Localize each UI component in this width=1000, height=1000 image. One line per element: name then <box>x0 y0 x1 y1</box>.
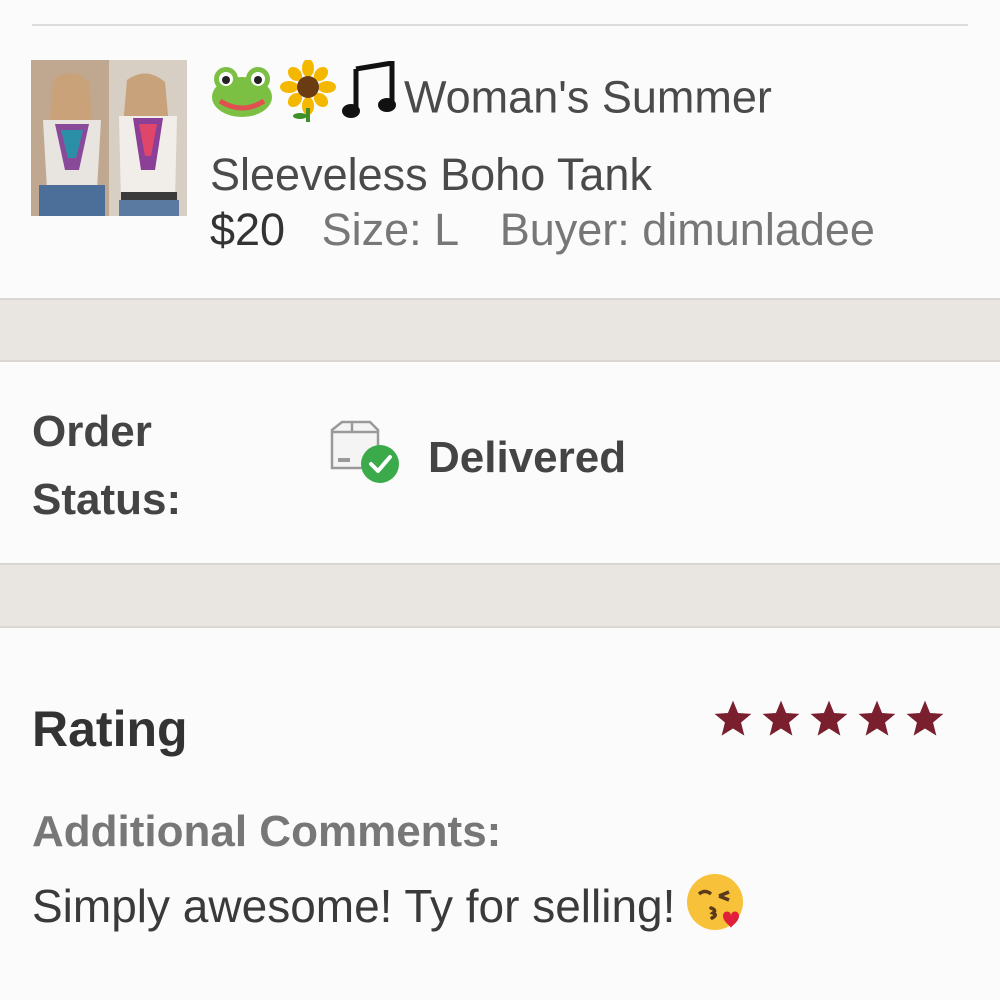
listing-size: Size: L <box>321 204 460 255</box>
star-icon <box>762 700 800 736</box>
listing-card[interactable]: Woman's Summer Sleeveless Boho Tank $20 … <box>0 26 1000 298</box>
sunflower-icon <box>280 59 336 141</box>
music-notes-icon <box>342 60 398 140</box>
frog-face-icon <box>210 63 274 138</box>
order-status-section: Order Status: Delivered <box>0 362 1000 563</box>
section-divider <box>0 298 1000 362</box>
rating-label: Rating <box>32 701 188 757</box>
listing-buyer[interactable]: Buyer: dimunladee <box>500 204 875 255</box>
listing-title[interactable]: Woman's Summer Sleeveless Boho Tank <box>210 59 970 209</box>
comments-label: Additional Comments: <box>32 807 502 856</box>
section-divider <box>0 563 1000 628</box>
listing-meta: $20 Size: L Buyer: dimunladee <box>210 200 875 260</box>
comments-body: Simply awesome! Ty for selling! <box>32 880 676 933</box>
listing-thumbnail[interactable] <box>31 60 187 216</box>
star-icon <box>810 700 848 736</box>
listing-price: $20 <box>210 204 286 255</box>
kissing-face-icon <box>685 872 747 948</box>
star-rating <box>712 698 946 740</box>
order-status-label: Order Status: <box>32 407 182 524</box>
package-delivered-icon <box>328 420 402 486</box>
star-icon <box>714 700 752 736</box>
order-status-value: Delivered <box>428 433 627 482</box>
star-icon <box>858 700 896 736</box>
feedback-section: Rating Additional Comments: Simply aweso… <box>0 628 1000 1000</box>
listing-photo <box>31 60 187 216</box>
star-icon <box>906 700 944 736</box>
comments-text: Simply awesome! Ty for selling! <box>32 872 747 948</box>
